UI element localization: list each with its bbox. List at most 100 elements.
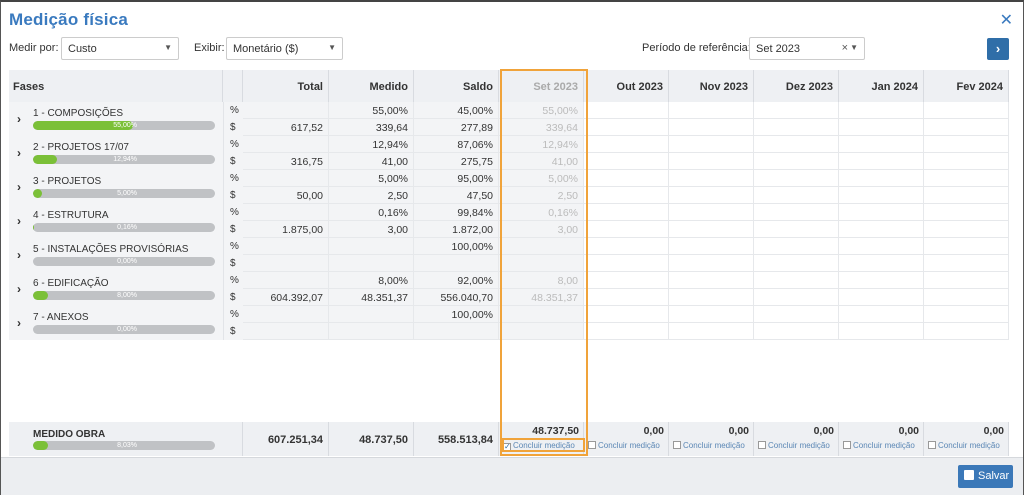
cell-month-5-money[interactable] xyxy=(924,255,1009,272)
cell-month-4-money[interactable] xyxy=(839,153,924,170)
cell-month-5-money[interactable] xyxy=(924,289,1009,306)
cell-month-1-money[interactable] xyxy=(584,255,669,272)
checkbox-empty-icon[interactable] xyxy=(673,441,681,449)
cell-month-2-money[interactable] xyxy=(669,119,754,136)
cell-set-pct[interactable]: 0,16% xyxy=(499,204,584,221)
cell-month-4-money[interactable] xyxy=(839,289,924,306)
cell-month-3-pct[interactable] xyxy=(754,136,839,153)
cell-month-1-money[interactable] xyxy=(584,187,669,204)
cell-set-money[interactable]: 2,50 xyxy=(499,187,584,204)
cell-month-3-pct[interactable] xyxy=(754,306,839,323)
concluir-medicao-checkbox[interactable]: Concluir medição xyxy=(843,441,915,450)
fase-row-3[interactable]: › 3 - PROJETOS 5,00% xyxy=(9,170,223,204)
cell-month-4-pct[interactable] xyxy=(839,272,924,289)
cell-month-4-pct[interactable] xyxy=(839,306,924,323)
chevron-right-icon[interactable]: › xyxy=(17,248,21,262)
cell-month-3-money[interactable] xyxy=(754,255,839,272)
periodo-select[interactable]: Set 2023 × ▼ xyxy=(749,37,865,60)
chevron-right-icon[interactable]: › xyxy=(17,316,21,330)
cell-set-pct[interactable]: 12,94% xyxy=(499,136,584,153)
cell-month-2-pct[interactable] xyxy=(669,136,754,153)
cell-set-money[interactable] xyxy=(499,255,584,272)
chevron-right-icon[interactable]: › xyxy=(17,214,21,228)
medir-por-select[interactable]: Custo ▼ xyxy=(61,37,179,60)
cell-month-3-pct[interactable] xyxy=(754,170,839,187)
cell-month-4-pct[interactable] xyxy=(839,170,924,187)
cell-month-1-pct[interactable] xyxy=(584,102,669,119)
checkbox-empty-icon[interactable] xyxy=(758,441,766,449)
fase-row-6[interactable]: › 6 - EDIFICAÇÃO 8,00% xyxy=(9,272,223,306)
cell-set-money[interactable]: 41,00 xyxy=(499,153,584,170)
cell-month-1-pct[interactable] xyxy=(584,272,669,289)
cell-month-4-money[interactable] xyxy=(839,323,924,340)
chevron-right-icon[interactable]: › xyxy=(17,282,21,296)
cell-month-1-pct[interactable] xyxy=(584,170,669,187)
close-icon[interactable]: ✕ xyxy=(1000,10,1013,30)
cell-month-3-pct[interactable] xyxy=(754,272,839,289)
cell-month-5-pct[interactable] xyxy=(924,272,1009,289)
cell-set-pct[interactable]: 8,00 xyxy=(499,272,584,289)
cell-month-3-pct[interactable] xyxy=(754,204,839,221)
cell-month-2-pct[interactable] xyxy=(669,272,754,289)
cell-month-5-pct[interactable] xyxy=(924,102,1009,119)
checkbox-empty-icon[interactable] xyxy=(588,441,596,449)
cell-month-2-pct[interactable] xyxy=(669,170,754,187)
fase-row-4[interactable]: › 4 - ESTRUTURA 0,16% xyxy=(9,204,223,238)
next-period-button[interactable]: › xyxy=(987,38,1009,60)
cell-set-money[interactable]: 339,64 xyxy=(499,119,584,136)
cell-month-2-pct[interactable] xyxy=(669,204,754,221)
cell-month-2-money[interactable] xyxy=(669,187,754,204)
cell-month-4-pct[interactable] xyxy=(839,102,924,119)
cell-month-2-money[interactable] xyxy=(669,289,754,306)
cell-month-5-pct[interactable] xyxy=(924,170,1009,187)
cell-month-2-money[interactable] xyxy=(669,153,754,170)
cell-month-2-pct[interactable] xyxy=(669,306,754,323)
cell-month-3-pct[interactable] xyxy=(754,102,839,119)
cell-month-2-pct[interactable] xyxy=(669,238,754,255)
cell-month-4-money[interactable] xyxy=(839,119,924,136)
cell-month-3-money[interactable] xyxy=(754,153,839,170)
cell-month-1-money[interactable] xyxy=(584,289,669,306)
fase-row-5[interactable]: › 5 - INSTALAÇÕES PROVISÓRIAS 0,00% xyxy=(9,238,223,272)
cell-month-5-pct[interactable] xyxy=(924,204,1009,221)
clear-icon[interactable]: × xyxy=(842,42,848,54)
chevron-right-icon[interactable]: › xyxy=(17,112,21,126)
cell-month-3-pct[interactable] xyxy=(754,238,839,255)
concluir-medicao-checkbox[interactable]: Concluir medição xyxy=(588,441,660,450)
checkbox-empty-icon[interactable] xyxy=(843,441,851,449)
cell-month-4-pct[interactable] xyxy=(839,204,924,221)
fase-row-2[interactable]: › 2 - PROJETOS 17/07 12,94% xyxy=(9,136,223,170)
cell-month-4-money[interactable] xyxy=(839,187,924,204)
cell-set-money[interactable]: 3,00 xyxy=(499,221,584,238)
cell-month-2-money[interactable] xyxy=(669,221,754,238)
chevron-right-icon[interactable]: › xyxy=(17,180,21,194)
cell-set-pct[interactable]: 5,00% xyxy=(499,170,584,187)
cell-month-1-money[interactable] xyxy=(584,221,669,238)
concluir-medicao-checkbox[interactable]: Concluir medição xyxy=(673,441,745,450)
cell-month-4-money[interactable] xyxy=(839,255,924,272)
cell-month-1-pct[interactable] xyxy=(584,306,669,323)
cell-month-5-pct[interactable] xyxy=(924,238,1009,255)
cell-set-pct[interactable]: 55,00% xyxy=(499,102,584,119)
concluir-medicao-checkbox[interactable]: ✓ Concluir medição xyxy=(503,441,575,451)
cell-month-5-money[interactable] xyxy=(924,187,1009,204)
cell-month-3-money[interactable] xyxy=(754,221,839,238)
checkmark-icon[interactable]: ✓ xyxy=(503,443,511,451)
cell-set-pct[interactable] xyxy=(499,306,584,323)
cell-month-4-pct[interactable] xyxy=(839,238,924,255)
cell-month-3-money[interactable] xyxy=(754,289,839,306)
fase-row-1[interactable]: › 1 - COMPOSIÇÕES 55,00% xyxy=(9,102,223,136)
cell-month-5-pct[interactable] xyxy=(924,136,1009,153)
cell-set-pct[interactable] xyxy=(499,238,584,255)
cell-month-1-money[interactable] xyxy=(584,119,669,136)
cell-month-5-money[interactable] xyxy=(924,119,1009,136)
cell-month-5-money[interactable] xyxy=(924,323,1009,340)
cell-month-3-money[interactable] xyxy=(754,119,839,136)
cell-set-money[interactable]: 48.351,37 xyxy=(499,289,584,306)
cell-month-5-pct[interactable] xyxy=(924,306,1009,323)
chevron-right-icon[interactable]: › xyxy=(17,146,21,160)
cell-month-4-pct[interactable] xyxy=(839,136,924,153)
cell-month-2-money[interactable] xyxy=(669,255,754,272)
cell-month-1-money[interactable] xyxy=(584,323,669,340)
fase-row-7[interactable]: › 7 - ANEXOS 0,00% xyxy=(9,306,223,340)
